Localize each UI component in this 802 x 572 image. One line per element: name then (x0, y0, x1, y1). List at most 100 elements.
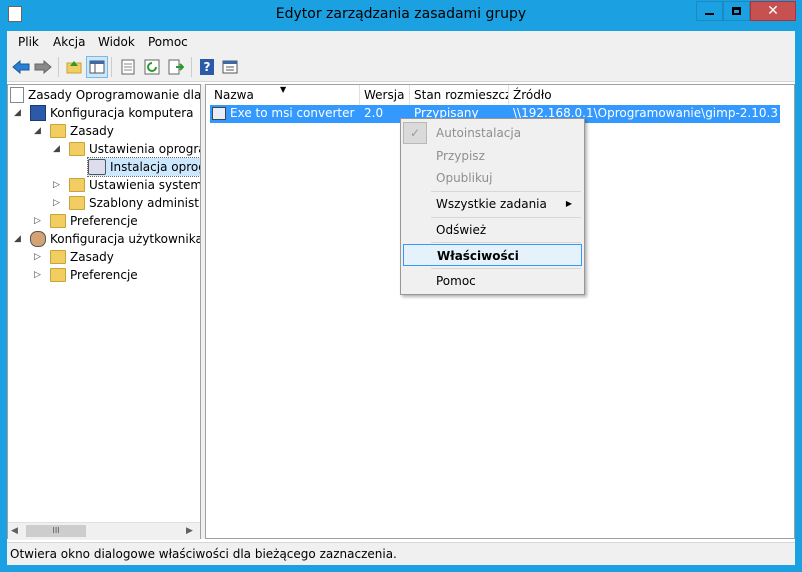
expanded-arrow-icon[interactable]: ◢ (34, 126, 44, 136)
folder-icon (50, 124, 66, 138)
menu-view[interactable]: Widok (98, 35, 135, 49)
tree-item-user-preferences[interactable]: ▷ Preferencje (34, 266, 138, 284)
tree-pane[interactable]: Zasady Oprogramowanie dla Gr ◢ Konfigura… (7, 84, 201, 539)
refresh-icon (144, 59, 160, 75)
forward-icon (34, 60, 52, 74)
tree-item-computer-config[interactable]: ◢ Konfiguracja komputera (14, 104, 194, 122)
folder-icon (69, 196, 85, 210)
show-tree-button[interactable] (86, 56, 108, 78)
tree-item-label: Ustawienia systemu V (89, 178, 201, 192)
column-header-version[interactable]: Wersja (360, 85, 410, 105)
tree-item-label: Szablony administrac (89, 196, 200, 210)
scrollbar-thumb[interactable]: III (26, 525, 86, 537)
context-menu: ✓ Autoinstalacja Przypisz Opublikuj Wszy… (400, 118, 585, 295)
export-icon (168, 59, 184, 75)
window-title: Edytor zarządzania zasadami grupy (275, 6, 527, 22)
menu-bar: Plik Akcja Widok Pomoc (7, 31, 795, 53)
tree-item-label: Konfiguracja użytkownika (50, 232, 201, 246)
column-header-source[interactable]: Źródło (509, 85, 779, 105)
toolbar-separator (111, 57, 112, 77)
tree-horizontal-scrollbar[interactable]: ◀ III ▶ (8, 522, 200, 540)
folder-icon (50, 268, 66, 282)
toolbar: ? (7, 53, 795, 82)
submenu-arrow-icon: ▶ (565, 199, 572, 208)
tree-item-software-installation[interactable]: Instalacja oprogra (86, 157, 200, 177)
tree-item-zasady[interactable]: ◢ Zasady (34, 122, 114, 140)
toolbar-separator (58, 57, 59, 77)
minimize-icon (705, 13, 714, 15)
tree-item-user-zasady[interactable]: ▷ Zasady (34, 248, 114, 266)
collapsed-arrow-icon[interactable]: ▷ (53, 198, 63, 208)
tree-item-label: Instalacja oprogra (110, 160, 200, 174)
status-bar: Otwiera okno dialogowe właściwości dla b… (7, 542, 795, 565)
tree-item-admin-templates[interactable]: ▷ Szablony administrac (53, 194, 200, 212)
expanded-arrow-icon[interactable]: ◢ (14, 234, 24, 244)
status-text: Otwiera okno dialogowe właściwości dla b… (10, 547, 397, 561)
minimize-button[interactable] (696, 1, 723, 21)
menu-help[interactable]: Pomoc (148, 35, 188, 49)
menu-action[interactable]: Akcja (53, 35, 85, 49)
menu-item-publish[interactable]: Opublikuj (403, 167, 582, 189)
tree-item-root[interactable]: Zasady Oprogramowanie dla Gr (10, 86, 200, 104)
close-button[interactable]: ✕ (750, 1, 796, 21)
back-button[interactable] (10, 56, 32, 78)
up-folder-button[interactable] (63, 56, 85, 78)
export-button[interactable] (165, 56, 187, 78)
cell-version: 2.0 (364, 106, 384, 120)
tree-item-windows-settings[interactable]: ▷ Ustawienia systemu V (53, 176, 201, 194)
policy-document-icon (10, 87, 24, 103)
menu-separator (431, 217, 581, 218)
menu-item-properties[interactable]: Właściwości (403, 244, 582, 266)
menu-separator (431, 242, 581, 243)
expanded-arrow-icon[interactable]: ◢ (14, 108, 24, 118)
software-installation-icon (88, 159, 106, 175)
help-button[interactable]: ? (196, 56, 218, 78)
expanded-arrow-icon[interactable]: ◢ (53, 144, 63, 154)
menu-item-autoinstall[interactable]: Autoinstalacja (403, 122, 582, 144)
menu-separator (431, 268, 581, 269)
collapsed-arrow-icon[interactable]: ▷ (34, 252, 44, 262)
show-tree-icon (89, 60, 105, 74)
menu-item-assign[interactable]: Przypisz (403, 145, 582, 167)
tree-item-label: Zasady (70, 124, 114, 138)
view-button[interactable] (219, 56, 241, 78)
scroll-left-icon[interactable]: ◀ (11, 526, 18, 536)
tree-item-user-config[interactable]: ◢ Konfiguracja użytkownika (14, 230, 201, 248)
tree-item-label: Preferencje (70, 268, 138, 282)
menu-item-refresh[interactable]: Odśwież (403, 219, 582, 241)
properties-icon (121, 59, 135, 75)
tree-item-software-settings[interactable]: ◢ Ustawienia oprogram (53, 140, 200, 158)
cell-name: Exe to msi converter fr... (230, 106, 358, 120)
properties-button[interactable] (117, 56, 139, 78)
menu-file[interactable]: Plik (18, 35, 39, 49)
menu-item-all-tasks[interactable]: Wszystkie zadania ▶ (403, 193, 582, 215)
column-header-state[interactable]: Stan rozmieszcz... (410, 85, 509, 105)
column-header-name[interactable]: Nazwa ▼ (210, 85, 360, 105)
users-icon (30, 231, 46, 247)
scroll-right-icon[interactable]: ▶ (186, 526, 193, 536)
scrollbar-grip: III (52, 526, 60, 535)
tree-item-preferences[interactable]: ▷ Preferencje (34, 212, 138, 230)
toolbar-separator (191, 57, 192, 77)
close-icon: ✕ (767, 3, 779, 19)
tree-item-label: Preferencje (70, 214, 138, 228)
collapsed-arrow-icon[interactable]: ▷ (53, 180, 63, 190)
refresh-button[interactable] (141, 56, 163, 78)
menu-separator (431, 191, 581, 192)
menu-item-help[interactable]: Pomoc (403, 270, 582, 292)
folder-icon (69, 142, 85, 156)
maximize-button[interactable] (723, 1, 750, 21)
help-icon: ? (200, 59, 214, 75)
up-folder-icon (66, 61, 82, 74)
forward-button[interactable] (32, 56, 54, 78)
view-icon (222, 60, 238, 74)
folder-icon (69, 178, 85, 192)
back-icon (12, 60, 30, 74)
tree-item-label: Zasady (70, 250, 114, 264)
collapsed-arrow-icon[interactable]: ▷ (34, 270, 44, 280)
package-icon (212, 107, 226, 120)
collapsed-arrow-icon[interactable]: ▷ (34, 216, 44, 226)
folder-icon (50, 214, 66, 228)
sort-down-icon: ▼ (280, 85, 287, 94)
folder-icon (50, 250, 66, 264)
